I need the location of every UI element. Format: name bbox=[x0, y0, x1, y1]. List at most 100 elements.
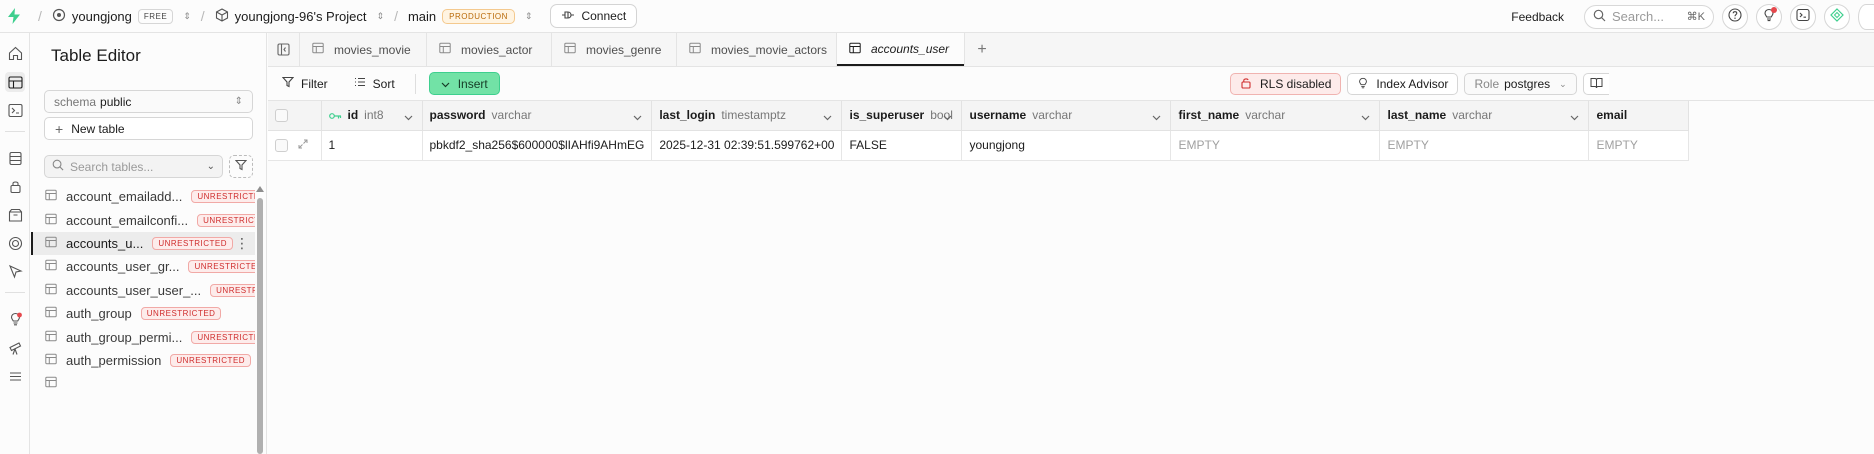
sidebar-scrollbar[interactable] bbox=[256, 186, 264, 454]
search-shortcut: ⌘K bbox=[1686, 11, 1705, 23]
filter-button[interactable]: Filter bbox=[281, 76, 328, 91]
logs-list-icon[interactable] bbox=[5, 366, 25, 386]
column-header-last_login[interactable]: last_login timestamptz bbox=[651, 101, 843, 131]
table-row[interactable]: 1 pbkdf2_sha256$600000$lIAHfi9AHmEG 2025-1… bbox=[268, 130, 1690, 161]
sql-editor-icon[interactable] bbox=[5, 100, 25, 120]
cell-id[interactable]: 1 bbox=[321, 130, 423, 161]
chevron-down-icon[interactable] bbox=[1570, 110, 1579, 124]
insert-button[interactable]: Insert bbox=[428, 72, 500, 95]
top-right-actions: Feedback Search... ⌘K bbox=[1511, 0, 1874, 33]
tab-accounts_user[interactable]: accounts_user bbox=[837, 33, 965, 66]
chevron-down-icon[interactable] bbox=[943, 110, 952, 124]
index-advisor-button[interactable]: Index Advisor bbox=[1347, 73, 1459, 95]
sidebar-table-item[interactable]: accounts_user_user_... UNRESTRIC bbox=[31, 279, 255, 302]
lightbulb-icon bbox=[1357, 77, 1369, 92]
observability-telescope-icon[interactable] bbox=[5, 338, 25, 358]
chevrons-down-icon[interactable]: ⌄ bbox=[207, 161, 215, 172]
expand-row-icon[interactable] bbox=[298, 138, 308, 152]
chevron-down-icon[interactable] bbox=[404, 110, 413, 124]
storage-icon[interactable] bbox=[5, 205, 25, 225]
tab-movies_actor[interactable]: movies_actor bbox=[427, 33, 552, 66]
cell-password[interactable]: pbkdf2_sha256$600000$lIAHfi9AHmEG bbox=[422, 130, 653, 161]
column-header-email[interactable]: email bbox=[1588, 101, 1690, 131]
column-name: first_name bbox=[1178, 108, 1240, 123]
home-icon[interactable] bbox=[5, 43, 25, 63]
column-name: is_superuser bbox=[849, 108, 925, 123]
org-switcher[interactable]: youngjong FREE ⇕ bbox=[52, 8, 191, 25]
table-icon bbox=[45, 330, 57, 345]
cell-last_login[interactable]: 2025-12-31 02:39:51.599762+00 bbox=[651, 130, 843, 161]
chevron-down-icon[interactable] bbox=[823, 110, 832, 124]
column-type: varchar bbox=[1452, 108, 1493, 123]
advisors-lightbulb-icon[interactable] bbox=[5, 309, 25, 329]
cell-username[interactable]: youngjong bbox=[961, 130, 1172, 161]
schema-selector[interactable]: schema public ⇕ bbox=[44, 90, 253, 113]
column-header-is_superuser[interactable]: is_superuser bool bbox=[841, 101, 963, 131]
row-checkbox[interactable] bbox=[275, 138, 288, 152]
cell-first_name[interactable]: EMPTY bbox=[1170, 130, 1381, 161]
tab-movies_movie[interactable]: movies_movie bbox=[300, 33, 427, 66]
tab-label: movies_movie bbox=[334, 42, 411, 57]
add-tab-button[interactable]: + bbox=[965, 33, 999, 66]
select-all-header bbox=[268, 101, 322, 131]
chevron-down-icon[interactable] bbox=[1152, 110, 1161, 124]
chevron-down-icon[interactable] bbox=[1361, 110, 1370, 124]
search-placeholder: Search... bbox=[1612, 9, 1665, 24]
project-switcher[interactable]: youngjong-96's Project ⇕ bbox=[215, 7, 385, 25]
sort-button[interactable]: Sort bbox=[354, 76, 395, 91]
more-options-icon[interactable]: ⋮ bbox=[235, 235, 249, 252]
sidebar-table-item[interactable]: account_emailadd... UNRESTRICTED bbox=[31, 185, 255, 208]
global-search[interactable]: Search... ⌘K bbox=[1584, 4, 1714, 29]
column-header-last_name[interactable]: last_name varchar bbox=[1379, 101, 1590, 131]
realtime-icon[interactable] bbox=[5, 233, 25, 253]
tab-label: movies_actor bbox=[461, 42, 533, 57]
branch-switcher[interactable]: main PRODUCTION ⇕ bbox=[408, 8, 532, 24]
supabase-logo-icon[interactable] bbox=[0, 8, 28, 24]
chevron-updown-icon: ⇕ bbox=[376, 10, 385, 21]
column-name: id bbox=[347, 107, 359, 122]
sidebar-table-item[interactable]: auth_permission UNRESTRICTED bbox=[31, 349, 255, 372]
tab-movies_genre[interactable]: movies_genre bbox=[552, 33, 677, 66]
column-header-username[interactable]: username varchar bbox=[961, 101, 1172, 131]
cell-last_name[interactable]: EMPTY bbox=[1379, 130, 1590, 161]
scroll-up-icon[interactable] bbox=[256, 186, 264, 192]
cell-email[interactable]: EMPTY bbox=[1588, 130, 1690, 161]
auth-lock-icon[interactable] bbox=[5, 176, 25, 196]
unrestricted-badge: UNRESTRICTED bbox=[191, 190, 255, 204]
cell-is_superuser[interactable]: FALSE bbox=[841, 130, 963, 161]
scrollbar-thumb[interactable] bbox=[257, 198, 263, 454]
sidebar-table-item[interactable] bbox=[31, 372, 255, 395]
table-editor-icon[interactable] bbox=[5, 72, 25, 92]
plug-icon bbox=[561, 9, 575, 23]
table-icon bbox=[564, 42, 576, 57]
user-avatar[interactable] bbox=[1858, 3, 1874, 30]
sql-terminal-button[interactable] bbox=[1790, 3, 1816, 30]
chevron-down-icon[interactable] bbox=[633, 110, 642, 124]
collapse-sidebar-button[interactable] bbox=[268, 33, 300, 66]
connect-button[interactable]: Connect bbox=[550, 4, 638, 28]
sidebar-table-item[interactable]: account_emailconfi... UNRESTRICTED bbox=[31, 208, 255, 231]
sidebar-table-item[interactable]: accounts_u... UNRESTRICTED ⋮ bbox=[31, 231, 255, 256]
column-header-id[interactable]: id int8 bbox=[321, 101, 423, 131]
advisor-button[interactable] bbox=[1756, 3, 1782, 30]
docs-button[interactable] bbox=[1582, 73, 1609, 95]
rls-disabled-button[interactable]: RLS disabled bbox=[1230, 73, 1342, 95]
feedback-button[interactable]: Feedback bbox=[1511, 10, 1564, 24]
sidebar-table-item[interactable]: auth_group_permi... UNRESTRICTED bbox=[31, 325, 255, 348]
assistant-button[interactable] bbox=[1824, 3, 1850, 30]
edge-functions-icon[interactable] bbox=[5, 261, 25, 281]
tab-movies_movie_actors[interactable]: movies_movie_actors bbox=[677, 33, 837, 66]
sidebar-collapse-icon bbox=[277, 43, 290, 56]
help-button[interactable] bbox=[1722, 3, 1748, 30]
new-table-button[interactable]: + New table bbox=[44, 117, 253, 140]
sidebar-table-item[interactable]: accounts_user_gr... UNRESTRICTED bbox=[31, 255, 255, 278]
column-header-first_name[interactable]: first_name varchar bbox=[1170, 101, 1381, 131]
filter-tables-button[interactable] bbox=[229, 155, 253, 178]
sidebar-table-item[interactable]: auth_group UNRESTRICTED bbox=[31, 302, 255, 325]
search-tables-input[interactable]: Search tables... ⌄ bbox=[44, 155, 223, 178]
chevron-down-icon: ⌄ bbox=[1559, 78, 1567, 89]
select-all-checkbox[interactable] bbox=[275, 109, 288, 123]
column-header-password[interactable]: password varchar bbox=[422, 101, 653, 131]
database-icon[interactable] bbox=[5, 148, 25, 168]
role-selector[interactable]: Role postgres ⌄ bbox=[1464, 73, 1577, 95]
